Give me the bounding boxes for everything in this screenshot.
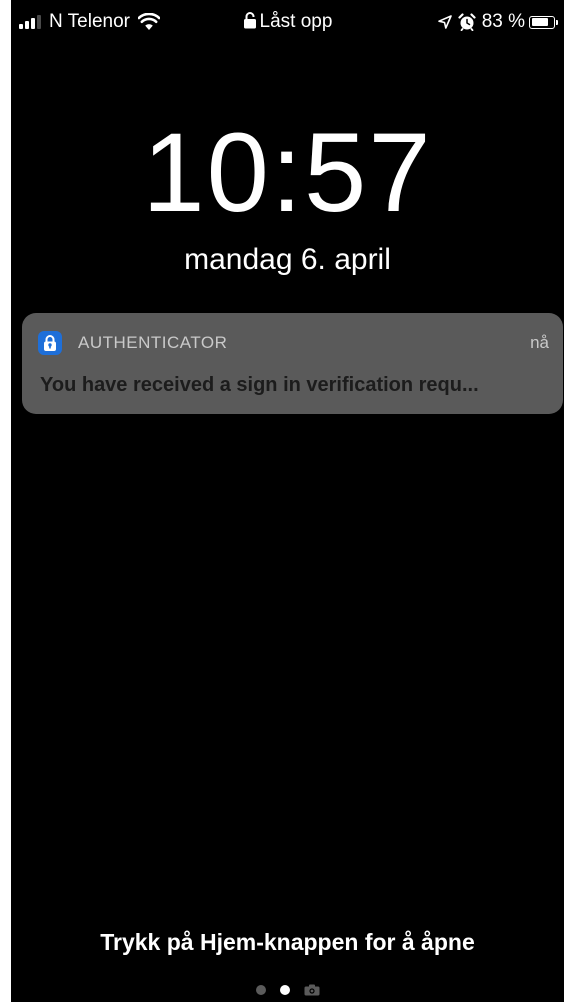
authenticator-lock-icon: [38, 331, 62, 355]
lock-screen-date: mandag 6. april: [184, 243, 391, 276]
alarm-clock-icon: [458, 13, 476, 31]
battery-percent: 83 %: [481, 11, 525, 32]
page-dot-2-active[interactable]: [279, 985, 290, 995]
battery-level-fill: [531, 18, 549, 26]
battery-icon: [529, 15, 555, 29]
lock-status-label: Låst opp: [259, 11, 333, 32]
status-bar-right: 83 %: [437, 10, 558, 34]
camera-icon[interactable]: [304, 984, 320, 996]
location-arrow-icon: [437, 15, 452, 29]
lock-screen: N Telenor Låst opp 83 % 10:57 mandag 6. …: [11, 0, 564, 1002]
page-indicator: [11, 984, 564, 996]
status-bar: N Telenor Låst opp 83 %: [11, 0, 564, 44]
notification-card[interactable]: AUTHENTICATOR nå You have received a sig…: [22, 313, 563, 414]
lock-icon: [243, 12, 256, 29]
notification-app-name: AUTHENTICATOR: [78, 333, 228, 352]
battery-cap: [556, 19, 558, 25]
notification-time: nå: [530, 333, 549, 352]
notification-message: You have received a sign in verification…: [40, 374, 479, 396]
page-dot-1[interactable]: [255, 985, 266, 995]
lock-screen-time: 10:57: [142, 110, 433, 235]
unlock-hint: Trykk på Hjem-knappen for å åpne: [100, 929, 475, 955]
